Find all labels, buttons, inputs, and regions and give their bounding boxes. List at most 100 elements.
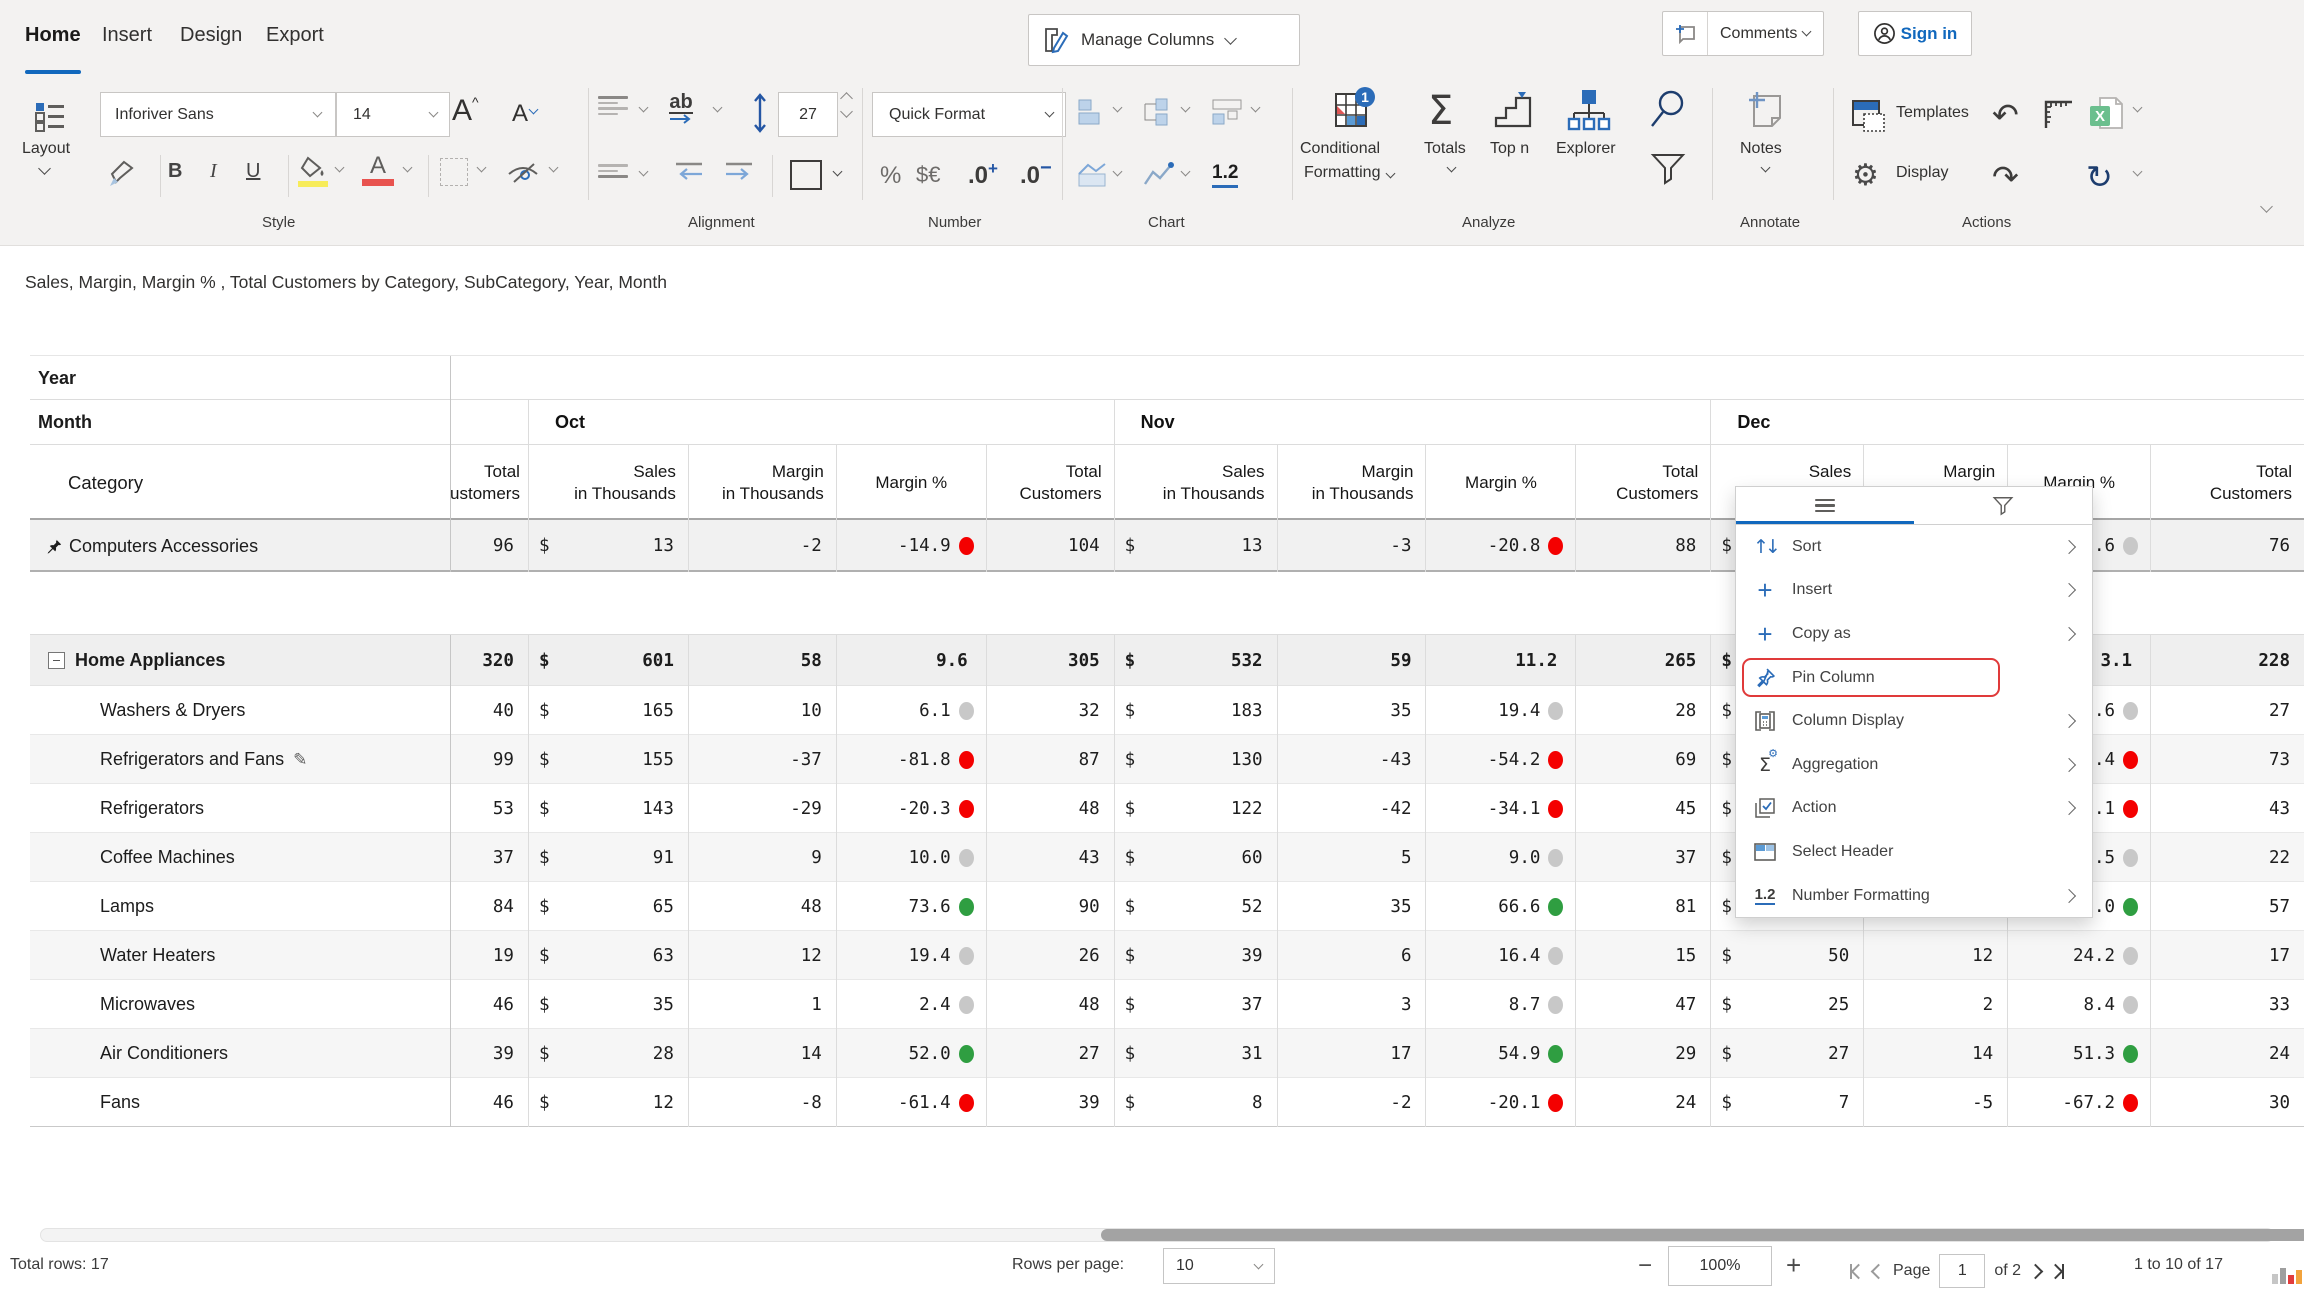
chart-combo-chevron[interactable] xyxy=(1250,102,1261,113)
tab-insert[interactable]: Insert xyxy=(102,24,152,47)
table-cell[interactable]: -5 xyxy=(1863,1078,2007,1127)
filter-icon[interactable] xyxy=(1650,152,1686,186)
table-cell[interactable]: -20.3 xyxy=(835,784,986,833)
column-header[interactable]: Salesin Thousands xyxy=(527,445,688,520)
month-header[interactable]: Dec xyxy=(1710,400,2304,445)
table-row-label[interactable]: Computers Accessories xyxy=(30,520,450,572)
table-cell[interactable]: 19.4 xyxy=(1425,686,1575,735)
chart-area-chevron[interactable] xyxy=(1112,166,1123,177)
table-cell[interactable]: $60 xyxy=(1113,833,1277,882)
column-header[interactable]: TotalCustomers xyxy=(1575,445,1710,520)
table-cell[interactable]: 16.4 xyxy=(1425,931,1575,980)
table-cell[interactable]: $155 xyxy=(527,735,688,784)
font-family-select[interactable]: Inforiver Sans xyxy=(100,92,336,137)
first-page-button[interactable] xyxy=(1850,1263,1867,1279)
table-cell[interactable]: 46 xyxy=(451,980,528,1029)
table-cell[interactable]: 6 xyxy=(1276,931,1426,980)
row-height-stepper[interactable] xyxy=(840,92,853,118)
font-size-select[interactable]: 14 xyxy=(336,92,450,137)
display-gear-icon[interactable]: ⚙ xyxy=(1852,158,1879,193)
fill-color-chevron[interactable] xyxy=(334,162,345,173)
conditional-formatting-icon[interactable]: 1 xyxy=(1332,86,1376,132)
table-cell[interactable]: $65 xyxy=(527,882,688,931)
column-header[interactable]: TotalCustomers xyxy=(2150,445,2304,520)
column-header[interactable]: Margin % xyxy=(1425,445,1575,520)
table-cell[interactable]: 15 xyxy=(1575,931,1710,980)
table-cell[interactable]: $143 xyxy=(527,784,688,833)
explorer-icon[interactable] xyxy=(1566,86,1612,134)
totals-icon[interactable]: Σ xyxy=(1428,88,1453,134)
table-cell[interactable]: $39 xyxy=(1113,931,1277,980)
templates-icon[interactable] xyxy=(1850,98,1888,134)
table-cell[interactable]: -37 xyxy=(687,735,836,784)
next-page-button[interactable] xyxy=(2027,1263,2044,1279)
format-painter-icon[interactable] xyxy=(104,158,136,190)
fill-color-icon[interactable] xyxy=(298,156,328,187)
table-cell[interactable]: $52 xyxy=(1113,882,1277,931)
undo-icon[interactable]: ↶ xyxy=(1992,96,2019,134)
table-cell[interactable]: 19 xyxy=(451,931,528,980)
column-header[interactable]: Marginin Thousands xyxy=(1276,445,1426,520)
wrap-text-icon[interactable]: ab xyxy=(668,92,694,124)
table-cell[interactable]: 24 xyxy=(1575,1078,1710,1127)
table-cell[interactable]: 28 xyxy=(1575,686,1710,735)
table-cell[interactable]: $35 xyxy=(527,980,688,1029)
table-row-label[interactable]: Fans xyxy=(30,1078,450,1127)
quick-format-select[interactable]: Quick Format xyxy=(872,92,1066,137)
table-cell[interactable]: -29 xyxy=(687,784,836,833)
chart-decimal-icon[interactable]: 1.2 xyxy=(1212,162,1239,188)
notes-label[interactable]: Notes xyxy=(1740,140,1782,158)
decrease-decimal-icon[interactable]: .0− xyxy=(1020,157,1052,190)
tab-export[interactable]: Export xyxy=(266,24,324,47)
table-cell[interactable]: 33 xyxy=(2150,980,2304,1029)
horizontal-scrollbar-track[interactable] xyxy=(40,1228,2304,1242)
context-menu-tab-filter[interactable] xyxy=(1914,487,2092,524)
table-cell[interactable]: 19.4 xyxy=(835,931,986,980)
chart-bars-icon[interactable] xyxy=(1076,96,1108,128)
hide-values-chevron[interactable] xyxy=(548,162,559,173)
table-cell[interactable]: 88 xyxy=(1575,520,1710,572)
table-cell[interactable]: -81.8 xyxy=(835,735,986,784)
cell-border-chevron[interactable] xyxy=(832,166,843,177)
table-cell[interactable]: 11.2 xyxy=(1425,635,1575,686)
table-cell[interactable]: 10 xyxy=(687,686,836,735)
display-label[interactable]: Display xyxy=(1896,164,1948,182)
table-cell[interactable]: 39 xyxy=(451,1029,528,1078)
table-cell[interactable]: 24.2 xyxy=(2007,931,2150,980)
table-cell[interactable]: 14 xyxy=(1863,1029,2007,1078)
table-cell[interactable]: 54.9 xyxy=(1425,1029,1575,1078)
export-excel-icon[interactable]: X xyxy=(2086,94,2126,134)
currency-format-icon[interactable]: $€ xyxy=(916,162,940,188)
table-cell[interactable]: $12 xyxy=(527,1078,688,1127)
table-cell[interactable]: $183 xyxy=(1113,686,1277,735)
notes-chevron[interactable] xyxy=(1760,162,1771,173)
table-cell[interactable]: 35 xyxy=(1276,686,1426,735)
table-cell[interactable]: 12 xyxy=(1863,931,2007,980)
table-cell[interactable]: 76 xyxy=(2150,520,2304,572)
table-cell[interactable]: 99 xyxy=(451,735,528,784)
ruler-icon[interactable] xyxy=(2040,96,2076,132)
column-header[interactable]: Salesin Thousands xyxy=(1113,445,1277,520)
table-cell[interactable]: 265 xyxy=(1575,635,1710,686)
row-height-input[interactable]: 27 xyxy=(778,92,838,137)
totals-chevron[interactable] xyxy=(1446,162,1457,173)
table-cell[interactable]: $28 xyxy=(527,1029,688,1078)
zoom-level[interactable]: 100% xyxy=(1668,1246,1772,1286)
table-cell[interactable]: 43 xyxy=(985,833,1114,882)
table-cell[interactable]: 69 xyxy=(1575,735,1710,784)
table-cell[interactable]: $63 xyxy=(527,931,688,980)
menu-item-insert[interactable]: + Insert xyxy=(1736,569,2092,613)
table-cell[interactable]: $50 xyxy=(1710,931,1863,980)
comments-button[interactable]: Comments xyxy=(1662,11,1824,56)
layout-button[interactable] xyxy=(30,96,70,136)
table-cell[interactable]: 47 xyxy=(1575,980,1710,1029)
table-cell[interactable]: -20.8 xyxy=(1425,520,1575,572)
table-cell[interactable]: 5 xyxy=(1276,833,1426,882)
table-cell[interactable]: 14 xyxy=(687,1029,836,1078)
table-cell[interactable]: 3 xyxy=(1276,980,1426,1029)
table-cell[interactable]: -20.1 xyxy=(1425,1078,1575,1127)
table-cell[interactable]: $532 xyxy=(1113,635,1277,686)
table-cell[interactable]: 32 xyxy=(985,686,1114,735)
top-n-icon[interactable] xyxy=(1492,90,1534,132)
table-cell[interactable]: 59 xyxy=(1276,635,1426,686)
